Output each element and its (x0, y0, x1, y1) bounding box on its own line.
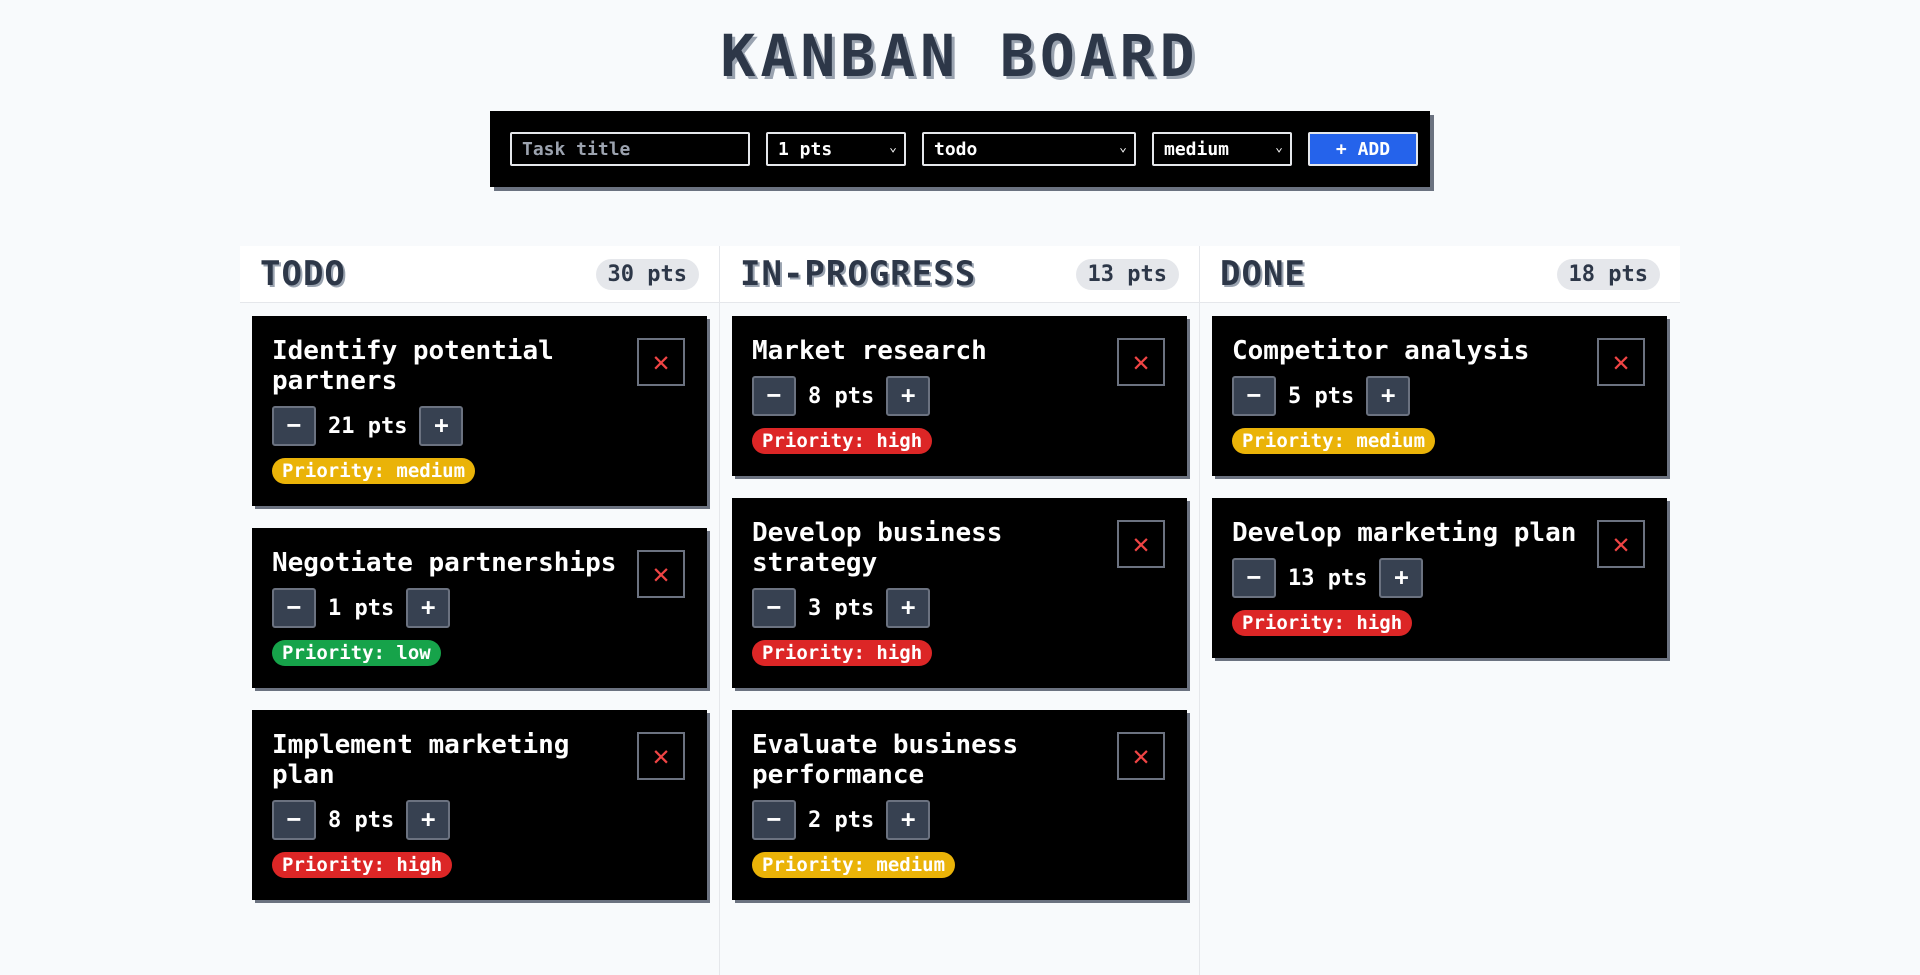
points-stepper: − 5 pts + (1232, 376, 1647, 416)
task-points: 5 pts (1288, 383, 1355, 409)
decrement-button[interactable]: − (752, 800, 796, 840)
close-icon[interactable]: ✕ (1117, 520, 1165, 568)
points-stepper: − 13 pts + (1232, 558, 1647, 598)
task-card[interactable]: Develop marketing plan ✕ − 13 pts + Prio… (1212, 498, 1667, 658)
priority-badge: Priority: low (272, 640, 441, 666)
column-title: TODO (260, 254, 346, 294)
task-card[interactable]: Market research ✕ − 8 pts + Priority: hi… (732, 316, 1187, 476)
task-title: Competitor analysis (1232, 336, 1530, 366)
points-select[interactable]: 1 pts (766, 132, 906, 166)
column-header: IN-PROGRESS 13 pts (720, 246, 1199, 303)
task-points: 8 pts (328, 807, 395, 833)
increment-button[interactable]: + (886, 800, 931, 840)
task-title: Market research (752, 336, 987, 366)
decrement-button[interactable]: − (752, 376, 796, 416)
column-points-badge: 30 pts (595, 258, 699, 290)
priority-badge: Priority: high (1232, 610, 1413, 636)
points-stepper: − 2 pts + (752, 800, 1167, 840)
add-task-button[interactable]: + ADD (1308, 132, 1418, 166)
decrement-button[interactable]: − (1232, 376, 1276, 416)
column-title: IN-PROGRESS (740, 254, 977, 294)
increment-button[interactable]: + (406, 800, 451, 840)
priority-select[interactable]: medium (1152, 132, 1292, 166)
close-icon[interactable]: ✕ (637, 732, 685, 780)
points-stepper: − 3 pts + (752, 588, 1167, 628)
points-stepper: − 1 pts + (272, 588, 687, 628)
page-title: KANBAN BOARD (720, 22, 1200, 90)
close-icon[interactable]: ✕ (1597, 338, 1645, 386)
points-stepper: − 21 pts + (272, 406, 687, 446)
increment-button[interactable]: + (886, 376, 931, 416)
increment-button[interactable]: + (886, 588, 931, 628)
priority-badge: Priority: high (752, 428, 933, 454)
task-title: Identify potential partners (272, 336, 554, 396)
task-title-input[interactable] (510, 132, 750, 166)
points-stepper: − 8 pts + (272, 800, 687, 840)
priority-badge: Priority: medium (752, 852, 956, 878)
task-points: 13 pts (1288, 565, 1368, 591)
status-select[interactable]: todo (922, 132, 1136, 166)
points-stepper: − 8 pts + (752, 376, 1167, 416)
decrement-button[interactable]: − (752, 588, 796, 628)
task-title: Develop business strategy (752, 518, 1003, 578)
increment-button[interactable]: + (1379, 558, 1424, 598)
priority-badge: Priority: medium (1232, 428, 1436, 454)
column-header: TODO 30 pts (240, 246, 719, 303)
increment-button[interactable]: + (406, 588, 451, 628)
priority-badge: Priority: high (272, 852, 453, 878)
close-icon[interactable]: ✕ (1117, 338, 1165, 386)
task-points: 8 pts (808, 383, 875, 409)
decrement-button[interactable]: − (272, 588, 316, 628)
task-points: 3 pts (808, 595, 875, 621)
decrement-button[interactable]: − (272, 800, 316, 840)
column-todo: TODO 30 pts Identify potential partners … (240, 246, 720, 975)
status-select-wrapper: todo ⌄ (922, 132, 1136, 166)
kanban-board: TODO 30 pts Identify potential partners … (240, 246, 1680, 975)
column-done: DONE 18 pts Competitor analysis ✕ − 5 pt… (1200, 246, 1680, 975)
column-in-progress: IN-PROGRESS 13 pts Market research ✕ − 8… (720, 246, 1200, 975)
task-card[interactable]: Competitor analysis ✕ − 5 pts + Priority… (1212, 316, 1667, 476)
close-icon[interactable]: ✕ (637, 550, 685, 598)
increment-button[interactable]: + (1366, 376, 1411, 416)
task-title: Evaluate business performance (752, 730, 1019, 790)
close-icon[interactable]: ✕ (1117, 732, 1165, 780)
task-card[interactable]: Evaluate business performance ✕ − 2 pts … (732, 710, 1187, 900)
points-select-wrapper: 1 pts ⌄ (766, 132, 906, 166)
column-points-badge: 13 pts (1075, 258, 1179, 290)
priority-select-wrapper: medium ⌄ (1152, 132, 1292, 166)
task-title: Negotiate partnerships (272, 548, 617, 578)
task-points: 21 pts (328, 413, 408, 439)
priority-badge: Priority: medium (272, 458, 476, 484)
add-task-form: 1 pts ⌄ todo ⌄ medium ⌄ + ADD (490, 111, 1430, 187)
task-title: Develop marketing plan (1232, 518, 1577, 548)
task-card[interactable]: Negotiate partnerships ✕ − 1 pts + Prior… (252, 528, 707, 688)
task-title: Implement marketing plan (272, 730, 570, 790)
close-icon[interactable]: ✕ (637, 338, 685, 386)
column-title: DONE (1220, 254, 1306, 294)
task-card[interactable]: Develop business strategy ✕ − 3 pts + Pr… (732, 498, 1187, 688)
task-card[interactable]: Implement marketing plan ✕ − 8 pts + Pri… (252, 710, 707, 900)
task-points: 2 pts (808, 807, 875, 833)
task-card[interactable]: Identify potential partners ✕ − 21 pts +… (252, 316, 707, 506)
close-icon[interactable]: ✕ (1597, 520, 1645, 568)
priority-badge: Priority: high (752, 640, 933, 666)
increment-button[interactable]: + (419, 406, 464, 446)
column-header: DONE 18 pts (1200, 246, 1680, 303)
task-points: 1 pts (328, 595, 395, 621)
column-points-badge: 18 pts (1556, 258, 1660, 290)
decrement-button[interactable]: − (1232, 558, 1276, 598)
decrement-button[interactable]: − (272, 406, 316, 446)
